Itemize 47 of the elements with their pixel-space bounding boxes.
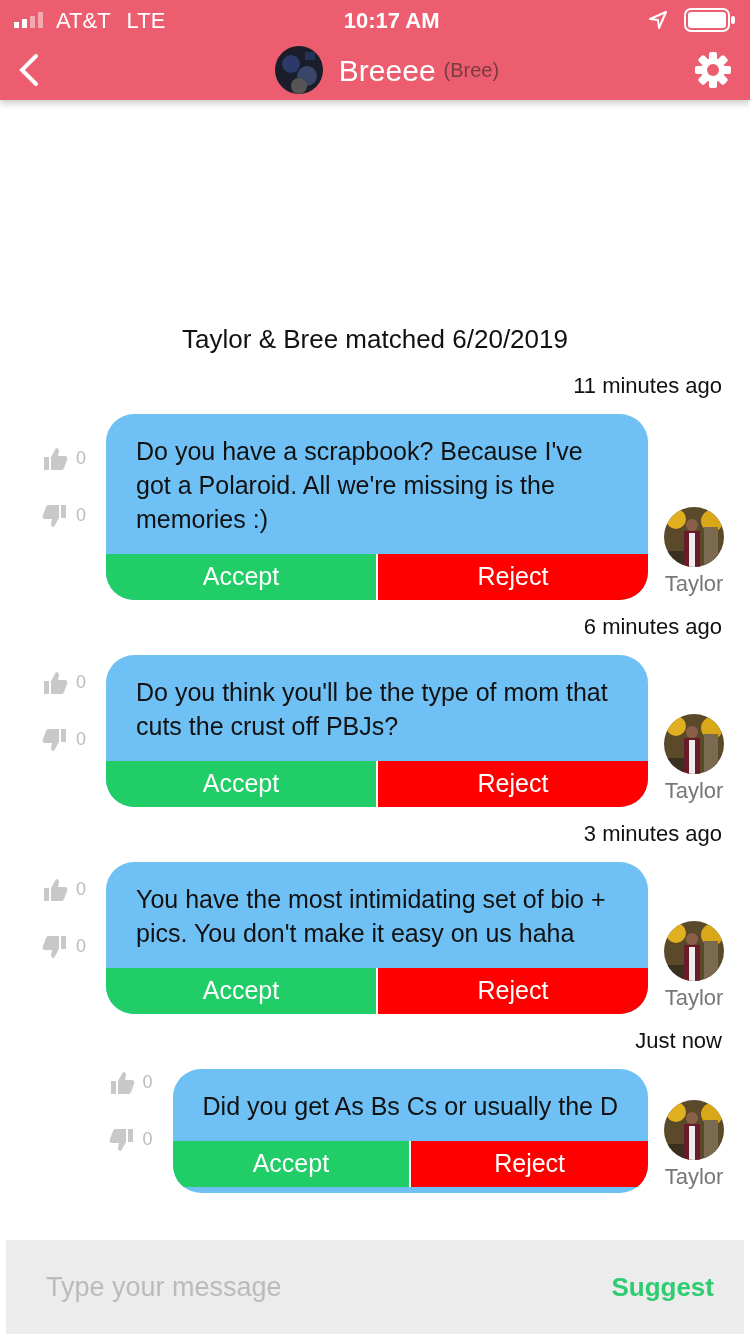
message-text: Do you think you'll be the type of mom that cuts the crust off PBJs?: [135, 677, 609, 742]
accept-button[interactable]: Accept: [172, 1141, 412, 1187]
accept-button[interactable]: Accept: [106, 968, 378, 1014]
thumbs-down-icon[interactable]: [108, 1126, 135, 1153]
sender-name: Taylor: [664, 984, 724, 1012]
sender-name: Taylor: [664, 1163, 724, 1191]
suggest-button[interactable]: Suggest: [601, 1240, 744, 1334]
settings-icon[interactable]: [694, 51, 732, 89]
thumbs-up-icon[interactable]: [42, 445, 68, 472]
thumbs-up-icon[interactable]: [108, 1069, 135, 1096]
message-text: You have the most intimidating set of bio + pics. You don't make it easy on us haha: [135, 884, 607, 949]
thumbs-down-icon[interactable]: [42, 502, 68, 529]
match-notice: Taylor & Bree matched 6/20/2019: [181, 323, 569, 356]
timestamp: Just now: [634, 1027, 723, 1055]
message-text: Did you get As Bs Cs or usually the D: [201, 1091, 619, 1122]
like-count: 0: [76, 671, 86, 694]
thumbs-up-icon[interactable]: [42, 669, 68, 696]
reject-button[interactable]: Reject: [378, 968, 648, 1014]
carrier-name: AT&T: [56, 6, 111, 35]
contact-name: Breeee: [338, 52, 436, 89]
dislike-count: 0: [142, 1128, 153, 1151]
thumbs-down-icon[interactable]: [42, 933, 68, 960]
sender-name: Taylor: [664, 570, 724, 598]
back-icon[interactable]: [18, 53, 40, 87]
dislike-count: 0: [76, 935, 86, 958]
thumbs-down-icon[interactable]: [42, 726, 68, 753]
contact-alias: (Bree): [443, 58, 500, 83]
timestamp: 3 minutes ago: [582, 820, 723, 848]
like-count: 0: [76, 878, 86, 901]
reject-button[interactable]: Reject: [378, 554, 648, 600]
reject-button[interactable]: Reject: [411, 1141, 648, 1187]
network-type: LTE: [126, 6, 166, 35]
dislike-count: 0: [76, 504, 86, 527]
message-text: Do you have a scrapbook? Because I've got a Polaroid. All we're missing is the memories :): [135, 436, 584, 535]
clock: 10:17 AM: [343, 6, 441, 35]
timestamp: 6 minutes ago: [582, 613, 723, 641]
thumbs-up-icon[interactable]: [42, 876, 68, 903]
timestamp: 11 minutes ago: [572, 372, 723, 400]
dislike-count: 0: [76, 728, 86, 751]
battery-icon: [684, 8, 736, 32]
sender-name: Taylor: [664, 777, 724, 805]
like-count: 0: [76, 447, 86, 470]
like-count: 0: [142, 1071, 153, 1094]
reject-button[interactable]: Reject: [378, 761, 648, 807]
accept-button[interactable]: Accept: [106, 761, 378, 807]
accept-button[interactable]: Accept: [106, 554, 378, 600]
location-icon: [648, 10, 668, 30]
